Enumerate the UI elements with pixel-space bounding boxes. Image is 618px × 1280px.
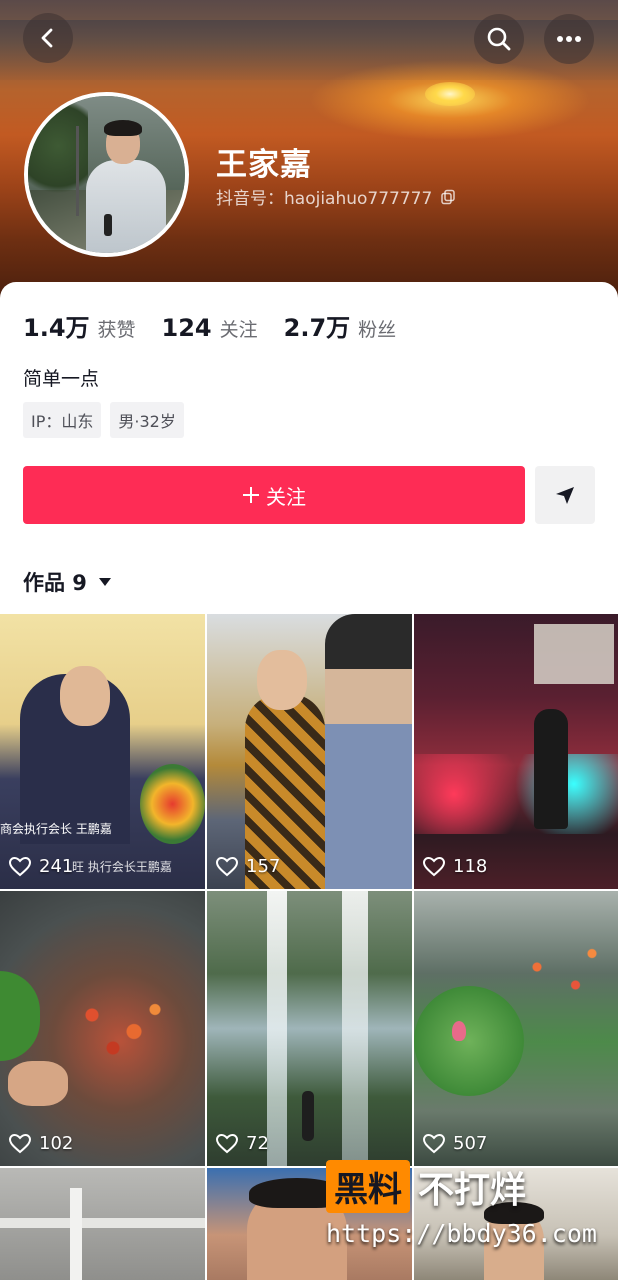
avatar-hair bbox=[104, 120, 142, 136]
like-count-value: 507 bbox=[453, 1133, 488, 1154]
works-tab-label: 作品 9 bbox=[23, 571, 87, 595]
douyin-id-row[interactable]: 抖音号：haojiahuo777777 bbox=[216, 184, 456, 209]
heart-icon bbox=[423, 1133, 445, 1153]
thumbnail-person-2 bbox=[325, 614, 412, 889]
thumbnail-waterfall-2 bbox=[342, 891, 368, 1166]
like-count-value: 102 bbox=[39, 1133, 74, 1154]
search-button[interactable] bbox=[474, 14, 524, 64]
stats-row: 1.4万 获赞 124 关注 2.7万 粉丝 bbox=[23, 308, 396, 343]
back-button[interactable] bbox=[23, 13, 73, 63]
more-icon bbox=[557, 36, 581, 42]
heart-icon bbox=[423, 856, 445, 876]
like-count: 157 bbox=[216, 856, 280, 877]
send-icon bbox=[556, 487, 574, 504]
caret-down-icon bbox=[98, 578, 111, 586]
stat-followers[interactable]: 2.7万 粉丝 bbox=[284, 308, 397, 343]
thumbnail-lotus-bud bbox=[452, 1021, 466, 1041]
back-icon bbox=[41, 28, 53, 48]
like-count: 118 bbox=[423, 856, 487, 877]
thumbnail-flowers bbox=[140, 764, 205, 844]
like-count: 241 bbox=[9, 856, 73, 877]
stat-label: 粉丝 bbox=[358, 319, 397, 341]
stat-value: 1.4万 bbox=[23, 314, 90, 342]
heart-icon bbox=[216, 1133, 238, 1153]
thumbnail-grass bbox=[0, 971, 40, 1061]
watermark-tagline: 不打烊 bbox=[418, 1169, 527, 1211]
thumbnail-ceiling bbox=[0, 1218, 205, 1228]
avatar-microphone bbox=[104, 214, 112, 236]
watermark-url: https://bbdy36.com bbox=[326, 1219, 597, 1248]
thumbnail-face bbox=[257, 650, 307, 710]
video-thumbnail[interactable]: 商会执行会长 王鹏嘉 旺 执行会长王鹏嘉 241 bbox=[0, 614, 205, 889]
stat-value: 124 bbox=[161, 314, 212, 342]
watermark: 黑料 不打烊 https://bbdy36.com bbox=[326, 1160, 606, 1248]
stat-likes[interactable]: 1.4万 获赞 bbox=[23, 308, 136, 343]
more-button[interactable] bbox=[544, 14, 594, 64]
like-count: 507 bbox=[423, 1133, 487, 1154]
thumbnail-fish bbox=[50, 971, 190, 1081]
follow-button-label: 关注 bbox=[266, 484, 306, 509]
watermark-logo: 黑料 bbox=[326, 1160, 410, 1213]
video-thumbnail[interactable]: 102 bbox=[0, 891, 205, 1166]
profile-tags: IP：山东 男·32岁 bbox=[23, 402, 184, 438]
stat-following[interactable]: 124 关注 bbox=[162, 314, 258, 342]
like-count-value: 72 bbox=[246, 1133, 269, 1154]
follow-button[interactable]: 关注 bbox=[23, 466, 525, 524]
heart-icon bbox=[9, 1133, 31, 1153]
video-thumbnail[interactable]: 507 bbox=[414, 891, 618, 1166]
watermark-brand: 黑料 不打烊 bbox=[326, 1160, 606, 1213]
thumbnail-pillar bbox=[70, 1188, 82, 1280]
like-count: 72 bbox=[216, 1133, 269, 1154]
stat-label: 获赞 bbox=[97, 319, 136, 341]
gender-age-tag: 男·32岁 bbox=[110, 402, 184, 438]
like-count-value: 157 bbox=[246, 856, 281, 877]
profile-bio: 简单一点 bbox=[23, 368, 100, 390]
video-thumbnail[interactable] bbox=[0, 1168, 205, 1280]
avatar-tree bbox=[28, 96, 88, 206]
douyin-id: 抖音号：haojiahuo777777 bbox=[216, 189, 433, 209]
avatar-body bbox=[86, 160, 166, 253]
thumbnail-person bbox=[302, 1091, 314, 1141]
thumbnail-caption: 商会执行会长 王鹏嘉 bbox=[0, 822, 112, 836]
plus-icon bbox=[243, 487, 259, 503]
thumbnail-caption-secondary: 旺 执行会长王鹏嘉 bbox=[72, 860, 172, 874]
thumbnail-screen bbox=[534, 624, 614, 684]
search-icon bbox=[487, 27, 511, 51]
stat-value: 2.7万 bbox=[283, 314, 351, 342]
heart-icon bbox=[216, 856, 238, 876]
thumbnail-fish bbox=[504, 931, 614, 1021]
avatar[interactable] bbox=[24, 92, 189, 257]
banner-sun bbox=[425, 82, 475, 106]
like-count-value: 118 bbox=[453, 856, 488, 877]
works-tab[interactable]: 作品 9 bbox=[23, 567, 111, 597]
profile-name: 王家嘉 bbox=[216, 147, 312, 183]
avatar-lamp bbox=[76, 126, 79, 216]
video-thumbnail[interactable]: 72 bbox=[207, 891, 412, 1166]
banner-clouds bbox=[0, 20, 618, 80]
send-message-button[interactable] bbox=[535, 466, 595, 524]
thumbnail-waterfall bbox=[267, 891, 287, 1166]
copy-icon[interactable] bbox=[440, 189, 456, 205]
thumbnail-performer bbox=[534, 709, 568, 829]
thumbnail-face bbox=[60, 666, 110, 726]
like-count-value: 241 bbox=[39, 856, 74, 877]
heart-icon bbox=[9, 856, 31, 876]
ip-tag: IP：山东 bbox=[23, 402, 102, 438]
video-thumbnail[interactable]: 118 bbox=[414, 614, 618, 889]
thumbnail-hand bbox=[8, 1061, 68, 1106]
thumbnail-lights bbox=[414, 754, 618, 834]
like-count: 102 bbox=[9, 1133, 73, 1154]
stat-label: 关注 bbox=[219, 319, 258, 341]
video-thumbnail[interactable]: 157 bbox=[207, 614, 412, 889]
